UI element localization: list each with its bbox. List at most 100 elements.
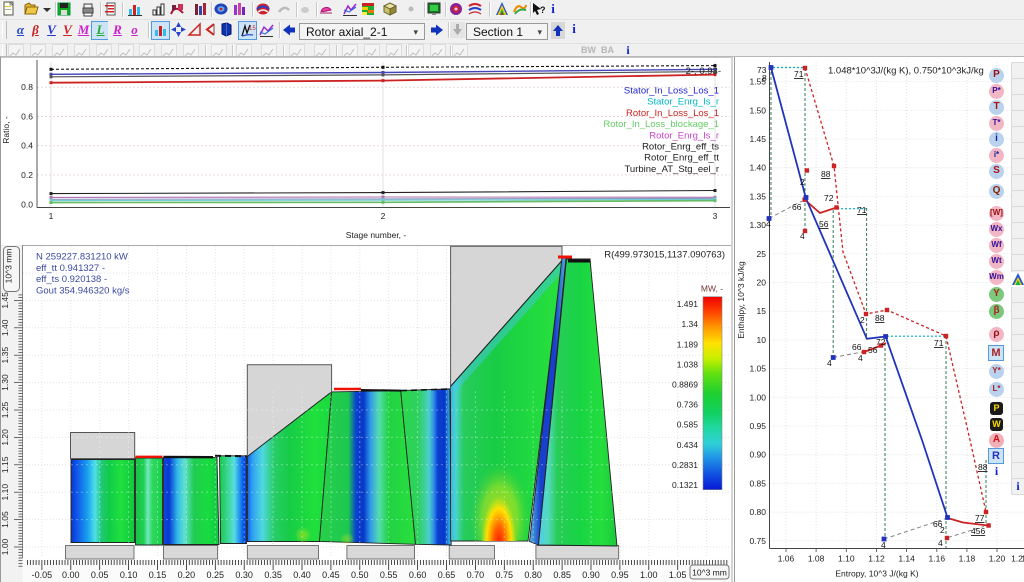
svg-text:77: 77 bbox=[975, 513, 985, 523]
svg-text:0.15: 0.15 bbox=[149, 570, 167, 580]
svg-text:1.45: 1.45 bbox=[0, 292, 10, 309]
svg-text:1.25: 1.25 bbox=[0, 401, 10, 418]
svg-text:1.048*10^3J/(kg K), 0.750*10^3: 1.048*10^3J/(kg K), 0.750*10^3kJ/kg bbox=[828, 66, 984, 77]
svg-text:25: 25 bbox=[757, 249, 767, 259]
svg-text:1.00: 1.00 bbox=[640, 570, 658, 580]
svg-text:1.45: 1.45 bbox=[749, 134, 766, 144]
svg-text:0.60: 0.60 bbox=[409, 570, 427, 580]
svg-text:10: 10 bbox=[757, 335, 767, 345]
svg-text:1.16: 1.16 bbox=[929, 554, 946, 564]
svg-text:Turbine_AT_Stg_eel_r: Turbine_AT_Stg_eel_r bbox=[624, 164, 719, 175]
svg-text:0.50: 0.50 bbox=[351, 570, 369, 580]
svg-text:1.40: 1.40 bbox=[749, 163, 766, 173]
svg-text:0.6: 0.6 bbox=[21, 112, 33, 122]
svg-text:2: 2 bbox=[860, 315, 865, 325]
svg-text:1.05: 1.05 bbox=[749, 364, 766, 374]
svg-text:1.00: 1.00 bbox=[749, 392, 766, 402]
svg-text:R(499.973015,1137.090763): R(499.973015,1137.090763) bbox=[604, 250, 725, 261]
svg-text:1.30: 1.30 bbox=[749, 220, 766, 230]
svg-text:1.14: 1.14 bbox=[898, 554, 915, 564]
svg-text:Enthalpy, 10^3 kJ/kg: Enthalpy, 10^3 kJ/kg bbox=[736, 261, 746, 339]
svg-text:0.30: 0.30 bbox=[235, 570, 253, 580]
svg-text:0.35: 0.35 bbox=[264, 570, 282, 580]
svg-text:Stator_In_Loss_Los_1: Stator_In_Loss_Los_1 bbox=[624, 86, 719, 97]
svg-text:0.05: 0.05 bbox=[91, 570, 109, 580]
svg-text:1.2: 1.2 bbox=[1011, 554, 1023, 564]
svg-text:0.0: 0.0 bbox=[21, 199, 33, 209]
svg-text:Rotor_Enrg_eff_tt: Rotor_Enrg_eff_tt bbox=[644, 153, 719, 164]
svg-text:0.00: 0.00 bbox=[62, 570, 80, 580]
svg-text:20: 20 bbox=[757, 278, 767, 288]
svg-text:0.75: 0.75 bbox=[749, 536, 766, 546]
svg-text:0.25: 0.25 bbox=[207, 570, 225, 580]
svg-text:Entropy, 10^3 J/(kg K): Entropy, 10^3 J/(kg K) bbox=[835, 569, 918, 579]
svg-text:56: 56 bbox=[868, 345, 878, 355]
svg-text:1: 1 bbox=[49, 211, 54, 221]
svg-text:4: 4 bbox=[800, 231, 805, 241]
svg-text:1.20: 1.20 bbox=[0, 429, 10, 446]
svg-text:2-, 0.93-: 2-, 0.93- bbox=[686, 66, 721, 77]
svg-text:Rotor_Enrg_eff_ts: Rotor_Enrg_eff_ts bbox=[642, 142, 719, 153]
svg-text:56: 56 bbox=[819, 219, 829, 229]
svg-text:4: 4 bbox=[938, 538, 943, 548]
svg-text:4: 4 bbox=[827, 358, 832, 368]
svg-text:0.585: 0.585 bbox=[677, 420, 699, 430]
svg-text:2: 2 bbox=[940, 525, 945, 535]
svg-text:1.30: 1.30 bbox=[0, 374, 10, 391]
svg-text:1.189: 1.189 bbox=[677, 339, 699, 349]
svg-text:0.10: 0.10 bbox=[120, 570, 138, 580]
svg-text:0.95: 0.95 bbox=[749, 421, 766, 431]
svg-text:Stator_Enrg_Is_r: Stator_Enrg_Is_r bbox=[647, 97, 719, 108]
svg-text:0.40: 0.40 bbox=[293, 570, 311, 580]
svg-text:0.90: 0.90 bbox=[749, 450, 766, 460]
svg-text:Rotor_In_Loss_blockage_1: Rotor_In_Loss_blockage_1 bbox=[603, 119, 719, 130]
svg-text:1.35: 1.35 bbox=[749, 191, 766, 201]
svg-text:0.85: 0.85 bbox=[553, 570, 571, 580]
svg-text:MW, -: MW, - bbox=[701, 284, 723, 294]
svg-text:4: 4 bbox=[858, 353, 863, 363]
svg-text:1.10: 1.10 bbox=[0, 484, 10, 501]
svg-text:1.15: 1.15 bbox=[0, 456, 10, 473]
svg-text:-0.05: -0.05 bbox=[32, 570, 53, 580]
svg-text:1.10: 1.10 bbox=[838, 554, 855, 564]
svg-text:eff_ts 0.920138 -: eff_ts 0.920138 - bbox=[36, 274, 107, 285]
svg-text:Ratio, -: Ratio, - bbox=[1, 116, 11, 144]
svg-text:8: 8 bbox=[762, 73, 767, 83]
svg-text:Gout 354.946320 kg/s: Gout 354.946320 kg/s bbox=[36, 285, 130, 296]
svg-text:1.18: 1.18 bbox=[959, 554, 976, 564]
svg-text:1.00: 1.00 bbox=[0, 538, 10, 555]
svg-text:0.736: 0.736 bbox=[677, 400, 699, 410]
svg-text:0.70: 0.70 bbox=[467, 570, 485, 580]
svg-text:0.80: 0.80 bbox=[749, 507, 766, 517]
svg-text:3: 3 bbox=[713, 211, 718, 221]
svg-text:88: 88 bbox=[978, 462, 988, 472]
svg-text:0.1321: 0.1321 bbox=[672, 480, 698, 490]
svg-text:1.35: 1.35 bbox=[0, 347, 10, 364]
svg-text:0.4: 0.4 bbox=[21, 141, 33, 151]
svg-text:0.45: 0.45 bbox=[322, 570, 340, 580]
svg-text:2: 2 bbox=[800, 177, 805, 187]
svg-text:0.85: 0.85 bbox=[749, 478, 766, 488]
svg-text:88: 88 bbox=[875, 313, 885, 323]
svg-text:1.05: 1.05 bbox=[669, 570, 687, 580]
svg-text:10^3 mm: 10^3 mm bbox=[692, 568, 727, 578]
svg-text:N 259227.831210 kW: N 259227.831210 kW bbox=[36, 252, 128, 263]
svg-text:0.2: 0.2 bbox=[21, 170, 33, 180]
svg-text:Stage number, -: Stage number, - bbox=[346, 230, 407, 240]
svg-text:15: 15 bbox=[757, 306, 767, 316]
svg-text:66: 66 bbox=[792, 202, 802, 212]
svg-text:456: 456 bbox=[971, 526, 985, 536]
svg-text:eff_tt 0.941327 -: eff_tt 0.941327 - bbox=[36, 263, 105, 274]
svg-text:0.434: 0.434 bbox=[677, 440, 699, 450]
svg-text:0.75: 0.75 bbox=[496, 570, 514, 580]
svg-text:Rotor_Enrg_Is_r: Rotor_Enrg_Is_r bbox=[649, 130, 719, 141]
svg-text:0.2831: 0.2831 bbox=[672, 460, 698, 470]
svg-text:1.40: 1.40 bbox=[0, 319, 10, 336]
svg-text:1.038: 1.038 bbox=[677, 359, 699, 369]
svg-text:1.12: 1.12 bbox=[868, 554, 885, 564]
svg-text:0.55: 0.55 bbox=[380, 570, 398, 580]
svg-text:66: 66 bbox=[852, 342, 862, 352]
svg-text:72: 72 bbox=[824, 193, 834, 203]
svg-text:1.50: 1.50 bbox=[749, 105, 766, 115]
svg-text:15: 15 bbox=[249, 26, 256, 32]
